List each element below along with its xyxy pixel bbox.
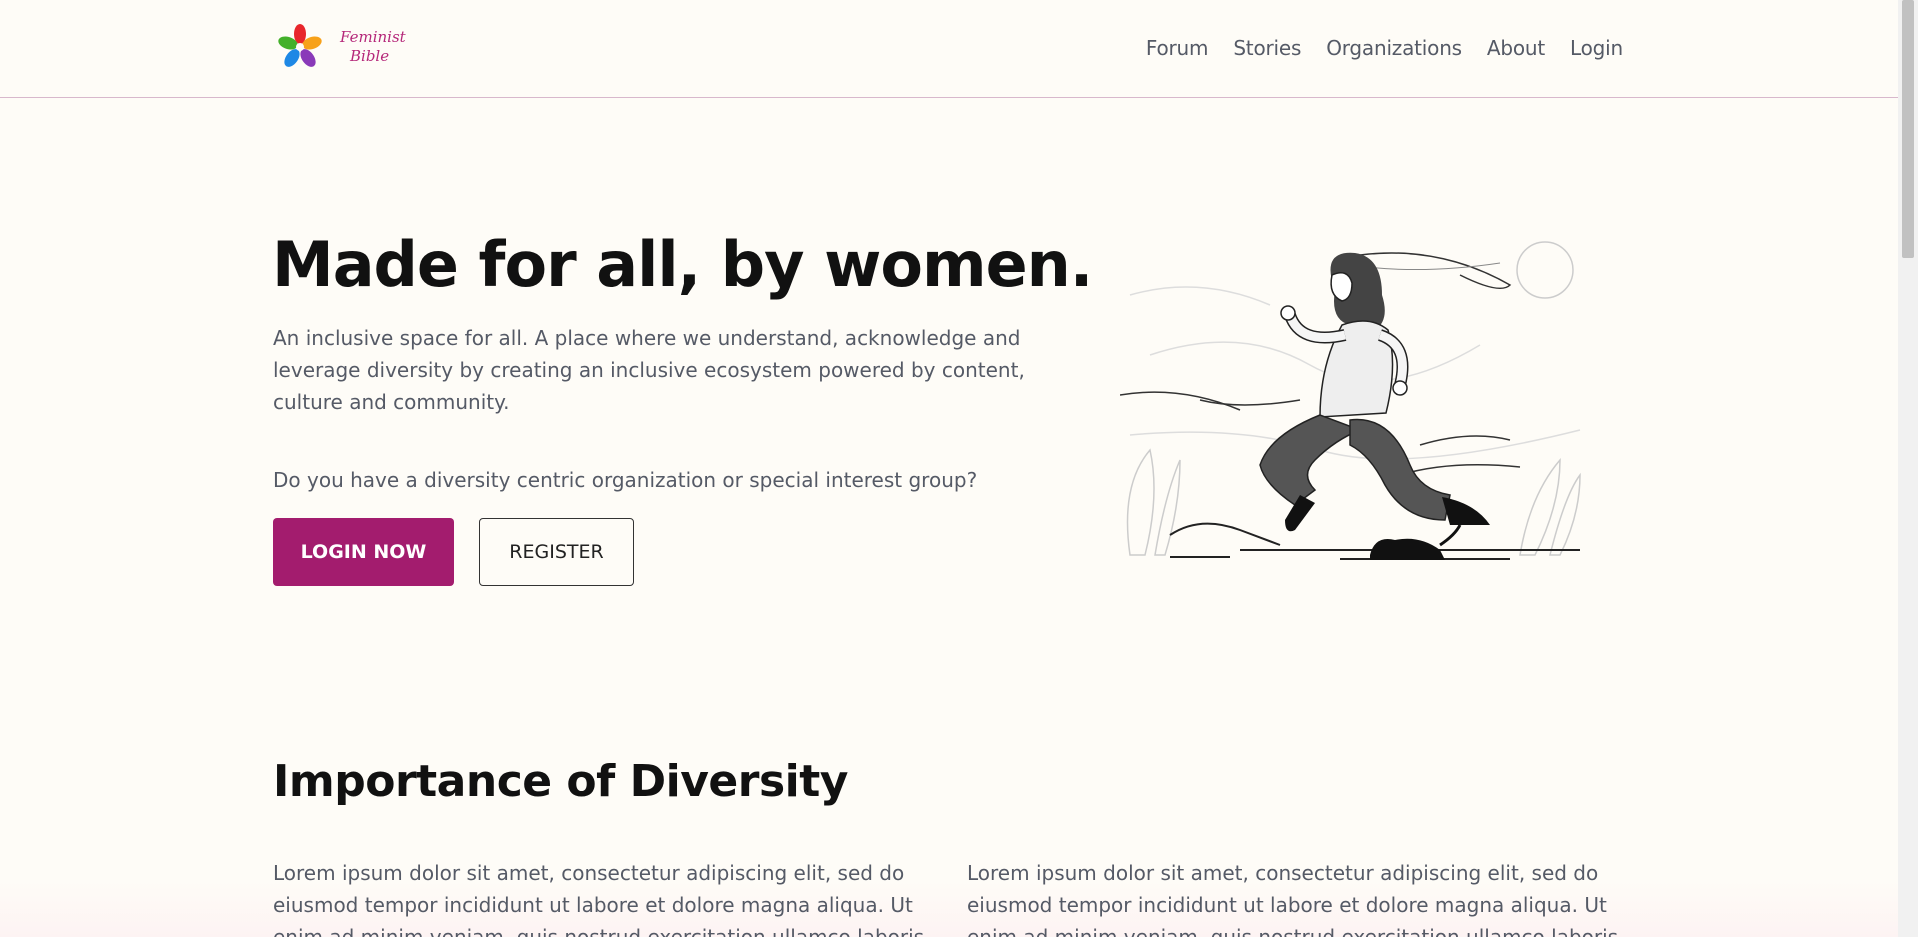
importance-column-2: Lorem ipsum dolor sit amet, consectetur … [967, 861, 1619, 937]
scrollbar-thumb[interactable] [1902, 0, 1914, 258]
hero-question: Do you have a diversity centric organiza… [273, 468, 978, 492]
hero-description: An inclusive space for all. A place wher… [273, 326, 1025, 414]
logo-text-1: Feminist [339, 28, 407, 46]
logo[interactable]: Feminist Bible [273, 20, 413, 74]
nav-links: Forum Stories Organizations About Login [1146, 36, 1623, 60]
top-navbar: Feminist Bible Forum Stories Organizatio… [0, 0, 1898, 98]
hero-title: Made for all, by women. [272, 228, 1093, 301]
vertical-scrollbar[interactable] [1898, 0, 1918, 937]
nav-login[interactable]: Login [1570, 36, 1623, 60]
register-button[interactable]: REGISTER [479, 518, 634, 586]
colorful-hands-icon: Feminist Bible [278, 24, 407, 67]
nav-stories[interactable]: Stories [1233, 36, 1301, 60]
section-title: Importance of Diversity [273, 756, 848, 807]
nav-about[interactable]: About [1487, 36, 1545, 60]
logo-text-2: Bible [349, 47, 389, 65]
nav-forum[interactable]: Forum [1146, 36, 1209, 60]
running-woman-illustration [1119, 235, 1590, 575]
importance-column-1: Lorem ipsum dolor sit amet, consectetur … [273, 861, 925, 937]
login-now-button[interactable]: LOGIN NOW [273, 518, 454, 586]
page: Feminist Bible Forum Stories Organizatio… [0, 0, 1898, 937]
nav-organizations[interactable]: Organizations [1326, 36, 1462, 60]
